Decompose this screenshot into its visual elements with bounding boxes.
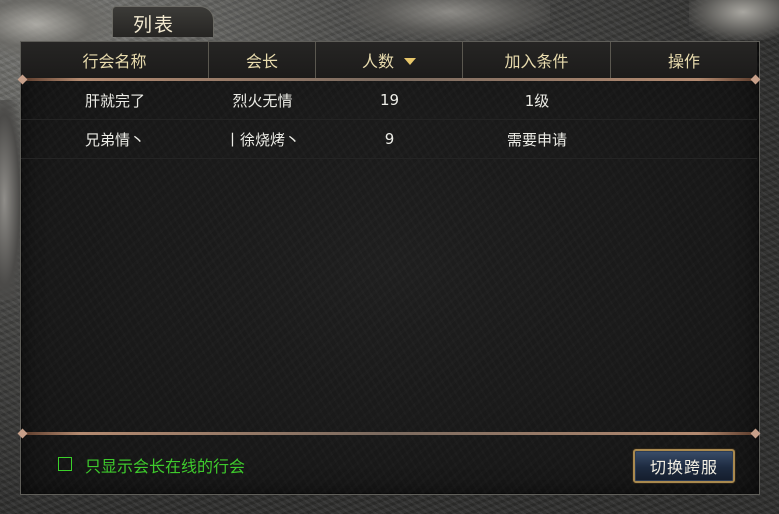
column-header-label: 操作 — [667, 52, 700, 71]
cell-join-condition: 1级 — [524, 91, 550, 110]
column-header-join-condition[interactable]: 加入条件 — [463, 42, 611, 78]
guild-rows: 肝就完了 烈火无情 19 1级 兄弟情丶 丨徐烧烤丶 9 需要申请 — [21, 81, 757, 159]
column-header-members[interactable]: 人数 — [316, 42, 463, 78]
cell-members: 9 — [384, 130, 395, 148]
table-header: 行会名称 会长 人数 加入条件 操作 — [21, 42, 757, 78]
cell-guild-name: 肝就完了 — [84, 91, 145, 110]
window-title: 列表 — [133, 14, 176, 36]
column-header-label: 行会名称 — [82, 52, 147, 71]
column-header-label: 加入条件 — [504, 52, 569, 71]
column-header-label: 会长 — [245, 52, 278, 71]
column-header-guild-name[interactable]: 行会名称 — [21, 42, 209, 78]
cell-action — [611, 120, 757, 158]
table-row[interactable]: 肝就完了 烈火无情 19 1级 — [21, 81, 757, 120]
sort-descending-icon — [404, 57, 416, 65]
cell-join-condition: 需要申请 — [506, 130, 567, 149]
cell-guild-name: 兄弟情丶 — [84, 130, 145, 149]
dragon-ornament-top-right — [689, 0, 779, 40]
leader-online-checkbox-label[interactable]: 只显示会长在线的行会 — [85, 453, 245, 477]
leader-online-checkbox[interactable] — [58, 457, 72, 471]
column-header-leader[interactable]: 会长 — [209, 42, 316, 78]
cell-members: 19 — [379, 91, 400, 109]
column-header-label: 人数 — [361, 52, 394, 71]
cell-action — [611, 81, 757, 119]
guild-list-window: 列表 行会名称 会长 人数 加入条件 操作 肝就完了 烈火无情 19 1级 兄弟… — [0, 0, 779, 514]
footer-divider — [21, 432, 757, 435]
footer-bar: 只显示会长在线的行会 切换跨服 — [21, 436, 757, 492]
column-header-action: 操作 — [611, 42, 757, 78]
table-row[interactable]: 兄弟情丶 丨徐烧烤丶 9 需要申请 — [21, 120, 757, 159]
switch-cross-server-button[interactable]: 切换跨服 — [633, 449, 735, 483]
dragon-ornament-top-center — [350, 0, 550, 40]
cell-leader: 丨徐烧烤丶 — [224, 130, 300, 149]
dragon-ornament-left — [0, 100, 22, 300]
cell-leader: 烈火无情 — [232, 91, 293, 110]
